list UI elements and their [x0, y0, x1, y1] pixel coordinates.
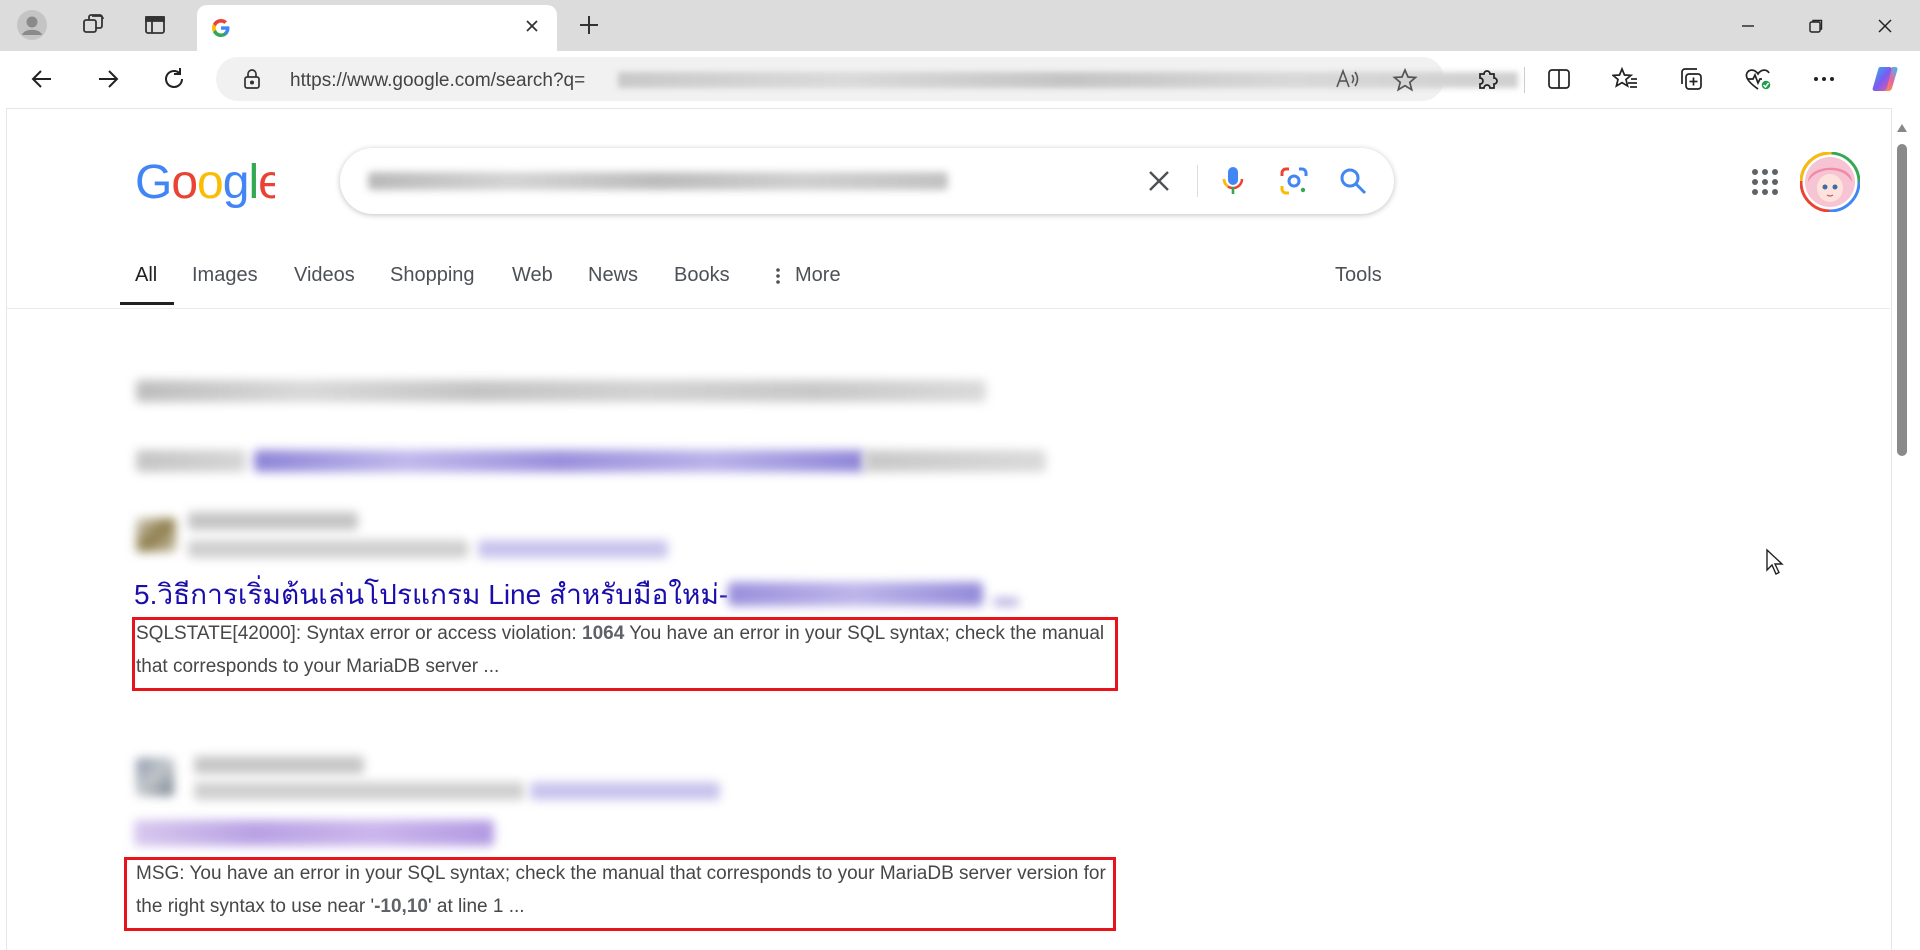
search-icon[interactable]	[1338, 166, 1368, 201]
toolbar-divider	[1524, 67, 1525, 93]
favorite-star-icon[interactable]	[1392, 67, 1418, 98]
avatar[interactable]	[1799, 151, 1861, 217]
result-1-snippet: SQLSTATE[42000]: Syntax error or access …	[136, 617, 1106, 683]
browser-toolbar: https://www.google.com/search?q=	[0, 51, 1920, 108]
result-1-title-redacted[interactable]	[728, 582, 984, 606]
tab-actions-icon[interactable]	[137, 7, 173, 43]
refresh-icon[interactable]	[156, 61, 192, 97]
new-tab-button[interactable]	[571, 7, 607, 43]
tab-title	[241, 19, 511, 35]
active-tab-indicator	[120, 302, 174, 305]
collections-icon[interactable]	[1673, 61, 1709, 97]
snippet-1-bold: 1064	[582, 623, 625, 644]
snippet-1-prefix: SQLSTATE[42000]: Syntax error or access …	[136, 623, 582, 644]
tab-all[interactable]: All	[135, 264, 157, 287]
result-2-snippet: MSG: You have an error in your SQL synta…	[136, 857, 1106, 923]
address-bar[interactable]: https://www.google.com/search?q=	[216, 57, 1518, 101]
redacted-link[interactable]	[254, 450, 864, 472]
copilot-icon[interactable]	[1868, 61, 1904, 97]
split-screen-icon[interactable]	[1541, 61, 1577, 97]
nav-separator	[6, 308, 1890, 309]
svg-text:Google: Google	[135, 158, 275, 208]
title-bar	[0, 0, 1920, 51]
read-aloud-icon[interactable]	[1334, 67, 1360, 96]
address-url-redacted	[618, 72, 1518, 88]
window-close-icon[interactable]	[1862, 8, 1908, 44]
back-icon[interactable]	[24, 61, 60, 97]
browser-tab-active[interactable]	[197, 5, 557, 51]
browser-essentials-icon[interactable]	[1740, 61, 1776, 97]
site-url-redacted[interactable]	[194, 782, 524, 800]
address-url: https://www.google.com/search?q=	[290, 70, 586, 91]
lock-icon[interactable]	[242, 68, 262, 95]
close-tab-icon[interactable]	[522, 16, 542, 41]
site-url-redacted[interactable]	[478, 540, 668, 558]
tools-button[interactable]: Tools	[1335, 264, 1382, 287]
google-logo[interactable]: Google	[135, 156, 285, 220]
result-1-title-ellipsis	[993, 598, 1020, 606]
more-icon[interactable]	[1806, 61, 1842, 97]
google-g-icon	[211, 18, 231, 43]
site-name-redacted[interactable]	[188, 512, 358, 530]
tab-web[interactable]: Web	[512, 264, 553, 287]
redacted-text	[136, 450, 246, 472]
snippet-2-suffix: ' at line 1 ...	[427, 896, 525, 917]
minimize-icon[interactable]	[1725, 8, 1771, 44]
lens-search-icon[interactable]	[1279, 166, 1309, 201]
clear-search-icon[interactable]	[1146, 168, 1172, 199]
voice-search-icon[interactable]	[1220, 165, 1246, 202]
tab-shopping[interactable]: Shopping	[390, 264, 475, 287]
site-url-redacted[interactable]	[530, 782, 720, 800]
snippet-2-prefix: MSG: You have an error in your SQL synta…	[136, 863, 1106, 917]
site-name-redacted[interactable]	[194, 756, 364, 774]
result-1-title[interactable]: 5.วิธีการเริ่มต้นเล่นโปรแกรม Line สำหรับ…	[134, 579, 728, 610]
site-url-redacted[interactable]	[188, 540, 468, 558]
search-box[interactable]	[340, 148, 1394, 214]
site-favicon[interactable]	[136, 518, 176, 552]
restore-icon[interactable]	[1793, 8, 1839, 44]
site-favicon[interactable]	[136, 758, 174, 796]
scroll-up-arrow-icon[interactable]	[1896, 120, 1908, 138]
result-1-title-link[interactable]: 5.วิธีการเริ่มต้นเล่นโปรแกรม Line สำหรับ…	[134, 573, 1020, 617]
snippet-2-bold: -10,10	[374, 896, 428, 917]
search-divider	[1197, 165, 1198, 197]
search-query-redacted[interactable]	[368, 172, 948, 190]
favorites-icon[interactable]	[1607, 61, 1643, 97]
more-vertical-icon	[774, 266, 782, 291]
tab-news[interactable]: News	[588, 264, 638, 287]
tab-images[interactable]: Images	[192, 264, 258, 287]
google-apps-icon[interactable]	[1751, 168, 1779, 201]
scrollbar-thumb[interactable]	[1897, 144, 1907, 456]
workspaces-icon[interactable]	[76, 7, 112, 43]
redacted-text	[864, 450, 1046, 472]
extensions-icon[interactable]	[1470, 61, 1506, 97]
result-2-title-redacted[interactable]	[134, 820, 494, 846]
tab-more[interactable]: More	[795, 264, 841, 287]
redacted-heading	[136, 380, 986, 402]
tab-videos[interactable]: Videos	[294, 264, 355, 287]
profile-icon[interactable]	[14, 7, 50, 43]
mouse-cursor-icon	[1765, 548, 1785, 581]
forward-icon[interactable]	[90, 61, 126, 97]
tab-books[interactable]: Books	[674, 264, 730, 287]
